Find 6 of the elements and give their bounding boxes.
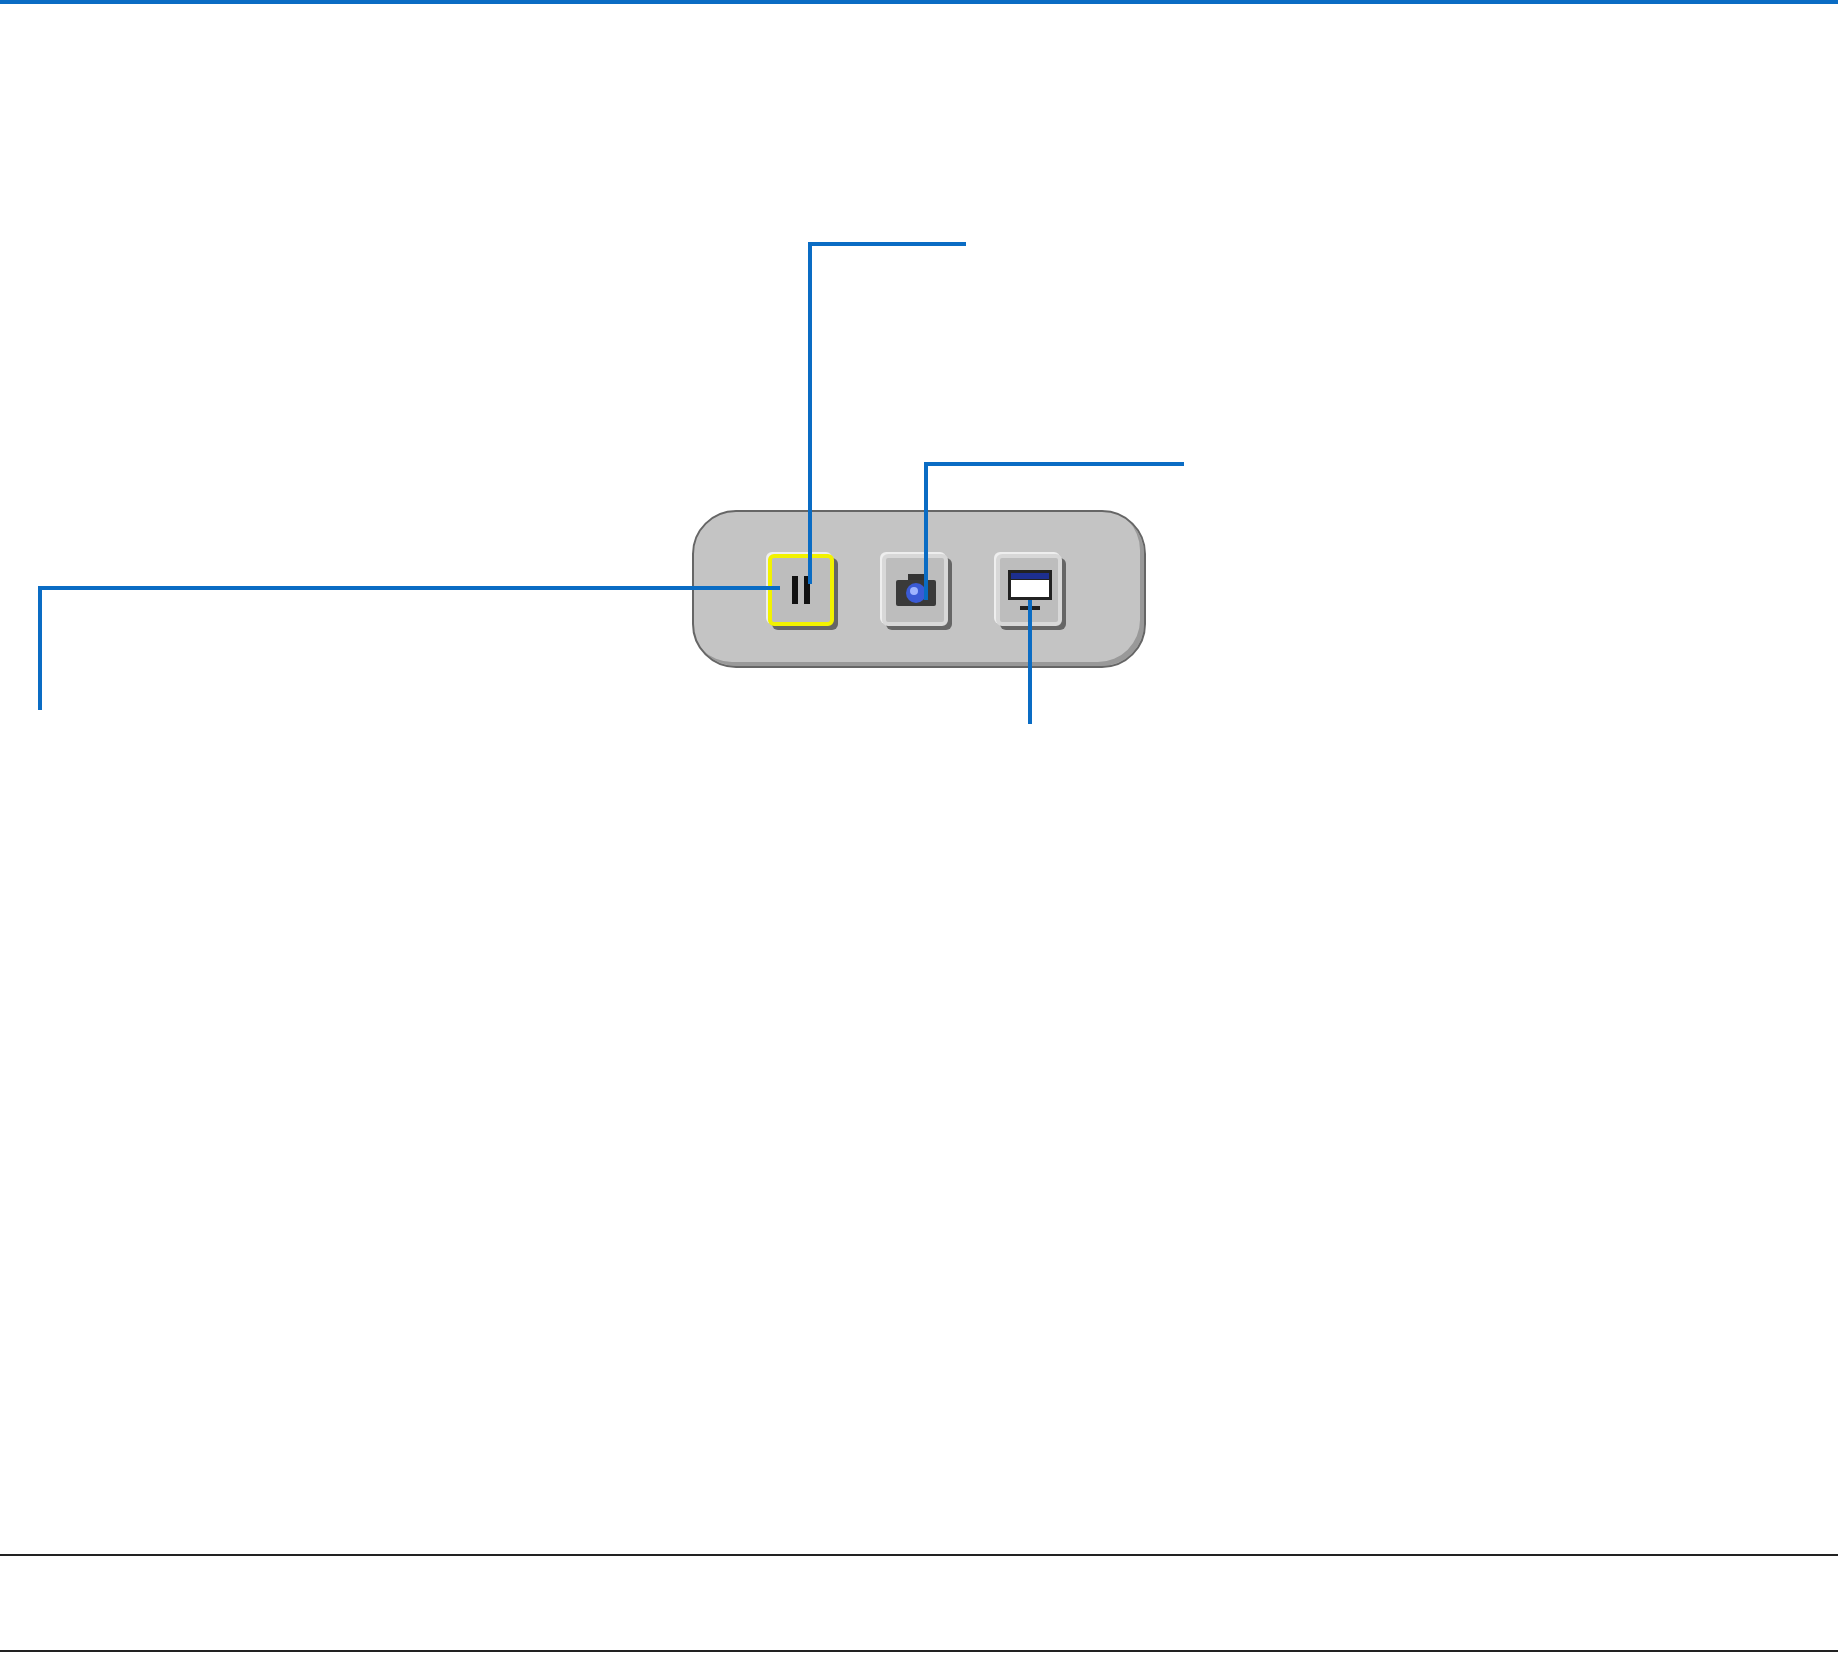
camera-button[interactable] xyxy=(882,553,948,625)
camera-icon xyxy=(895,573,935,605)
display-button[interactable] xyxy=(996,553,1062,625)
pause-icon xyxy=(791,575,811,603)
pause-button[interactable] xyxy=(768,553,834,625)
monitor-icon xyxy=(1007,569,1051,609)
